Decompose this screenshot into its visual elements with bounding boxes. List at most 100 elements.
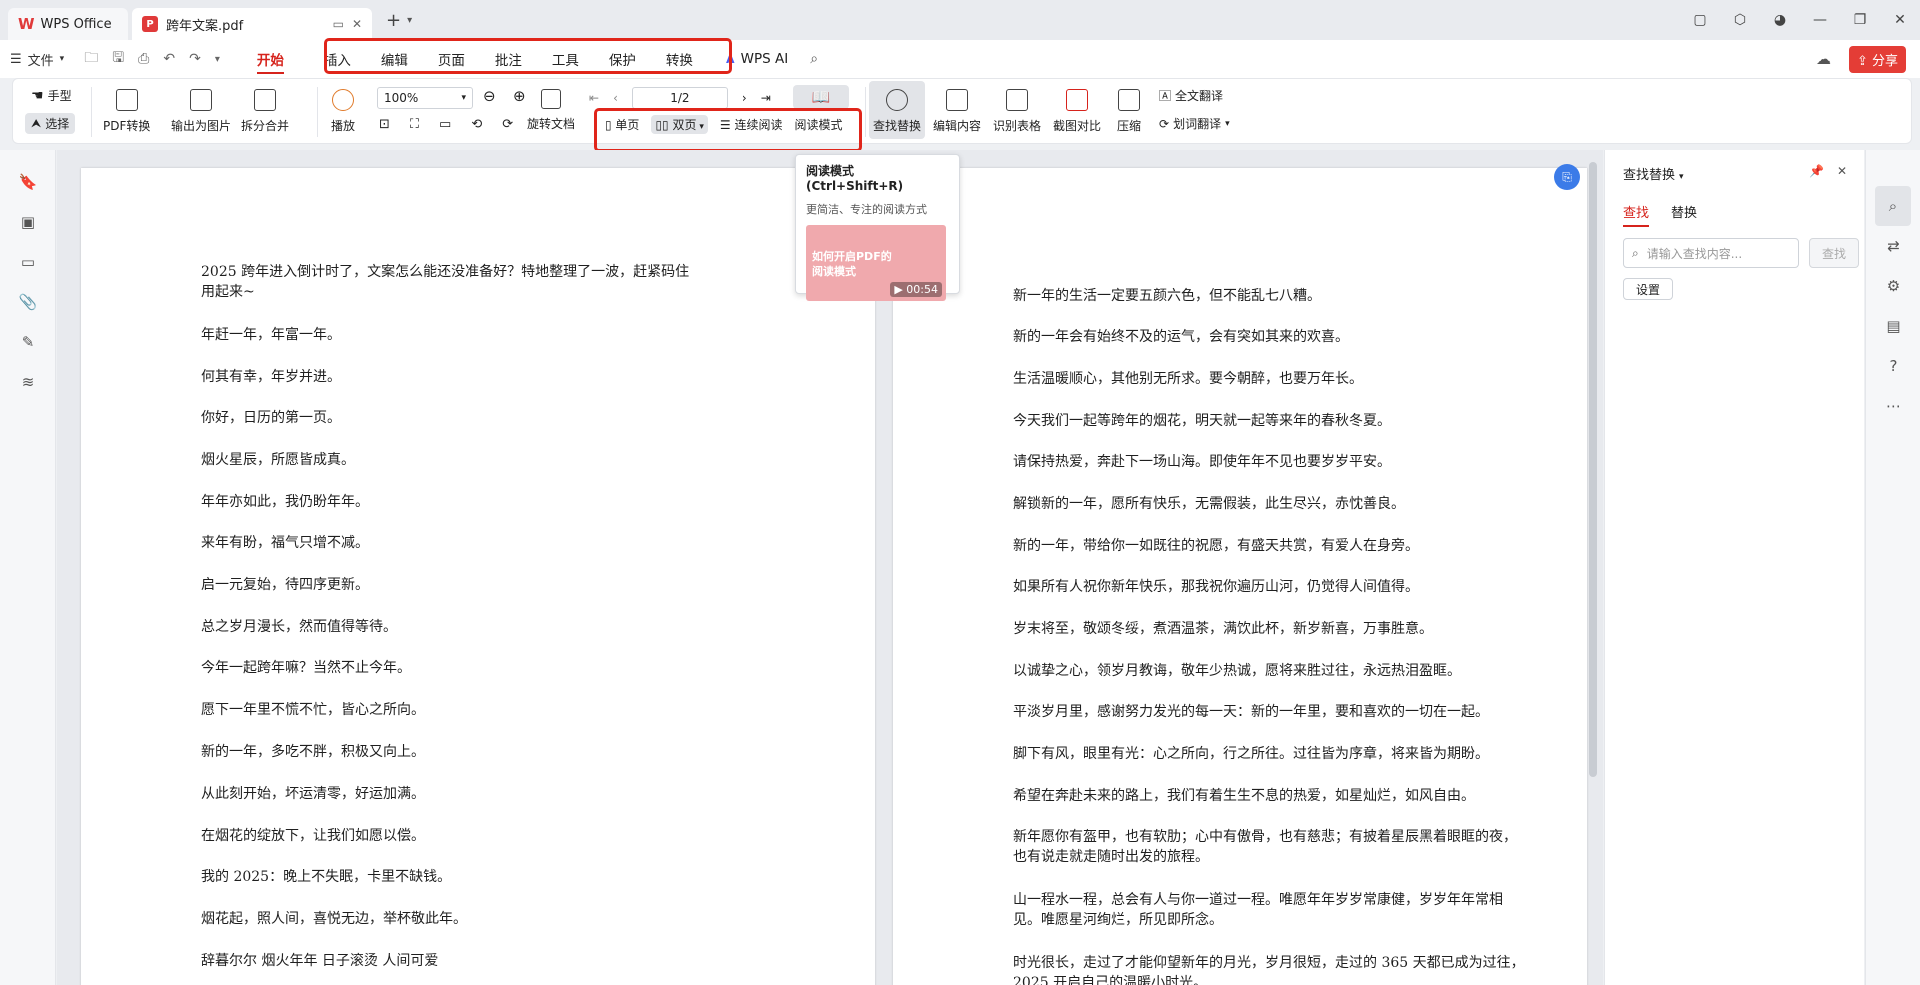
find-input-placeholder: 请输入查找内容... — [1646, 246, 1743, 261]
edit-content-button[interactable]: 编辑内容 — [933, 89, 981, 134]
find-replace-button[interactable]: 查找替换 — [869, 81, 925, 139]
rail-search-icon[interactable]: ⌕ — [1875, 186, 1911, 226]
rotate-document-button[interactable]: 旋转文档 — [527, 89, 575, 132]
full-translate-button[interactable]: 🄰 全文翻译 — [1159, 87, 1223, 104]
panel-title[interactable]: 查找替换 ▾ — [1623, 164, 1684, 183]
right-page-line: 脚下有风，眼里有光：心之所向，行之所往。过往皆为序章，将来皆为期盼。 — [1013, 746, 1489, 762]
page-input[interactable]: 1/2 — [631, 87, 728, 109]
right-page-line: 平淡岁月里，感谢努力发光的每一天：新的一年里，要和喜欢的一切在一起。 — [1013, 704, 1489, 720]
double-page-button[interactable]: ▯▯ 双页 ▾ — [651, 115, 708, 134]
rail-more-icon[interactable]: ⋯ — [1866, 386, 1920, 426]
new-tab-button[interactable]: + — [386, 10, 401, 31]
document-tab[interactable]: P 跨年文案.pdf ▭ ✕ — [132, 8, 372, 40]
thumbnails-icon[interactable]: ▣ — [0, 202, 56, 242]
right-page-line: 请保持热爱，奔赴下一场山海。即使年年不见也要岁岁平安。 — [1013, 454, 1391, 470]
cube-icon[interactable]: ⬡ — [1720, 12, 1760, 28]
tab-insert[interactable]: 插入 — [309, 40, 366, 78]
save-icon[interactable]: 🖫 — [112, 47, 124, 71]
search-icon[interactable]: ⌕ — [810, 51, 818, 67]
more-chevron-icon[interactable]: ▾ — [215, 54, 220, 65]
last-page-icon[interactable]: ⇥ — [761, 91, 771, 105]
cloud-upload-icon[interactable]: ☁ — [1816, 50, 1831, 68]
rail-sync-icon[interactable]: ⇄ — [1866, 226, 1920, 266]
avatar[interactable]: ◕ — [1760, 12, 1800, 28]
close-panel-icon[interactable]: ✕ — [1837, 164, 1847, 178]
first-page-icon[interactable]: ⇤ — [589, 91, 599, 105]
rotate-right-icon[interactable]: ⟳ — [502, 117, 513, 132]
wps-ai-button[interactable]: ʌ WPS AI — [726, 51, 788, 67]
wps-pdf-window: W WPS Office P 跨年文案.pdf ▭ ✕ + ▾ ▢ ⬡ ◕ — … — [0, 0, 1920, 985]
rotate-left-icon[interactable]: ⟲ — [471, 117, 482, 132]
next-page-icon[interactable]: › — [742, 91, 747, 105]
tab-home[interactable]: 开始 — [242, 40, 299, 78]
prev-page-icon[interactable]: ‹ — [613, 91, 618, 105]
print-icon[interactable]: ⎙ — [138, 51, 149, 67]
right-page-line: 生活温暖顺心，其他别无所求。要今朝醉，也要万年长。 — [1013, 371, 1363, 387]
split-merge-button[interactable]: 拆分合并 — [241, 89, 289, 134]
rail-sliders-icon[interactable]: ⚙ — [1866, 266, 1920, 306]
redo-icon[interactable]: ↷ — [189, 51, 201, 67]
screenshot-compare-button[interactable]: 截图对比 — [1053, 89, 1101, 134]
close-tab-icon[interactable]: ✕ — [352, 17, 362, 31]
pin-icon[interactable]: 📌 — [1809, 164, 1824, 178]
left-page-line: 来年有盼，福气只增不减。 — [201, 535, 369, 551]
ocr-float-icon[interactable]: ⎘ — [1554, 164, 1580, 190]
left-page-line: 2025 跨年进入倒计时了，文案怎么能还没准备好？特地整理了一波，赶紧码住 — [201, 264, 690, 280]
tab-page[interactable]: 页面 — [423, 40, 480, 78]
tab-list-chevron-icon[interactable]: ▾ — [407, 15, 412, 26]
tab-replace[interactable]: 替换 — [1671, 202, 1697, 227]
hand-tool[interactable]: ☚ 手型 — [31, 87, 72, 104]
close-window-icon[interactable]: ✕ — [1880, 12, 1920, 28]
attachment-icon[interactable]: 📎 — [0, 282, 56, 322]
bookmark-icon[interactable]: 🔖 — [0, 162, 56, 202]
fit-page-icon[interactable]: ⛶ — [410, 117, 419, 132]
signature-icon[interactable]: ✎ — [0, 322, 56, 362]
open-folder-icon[interactable]: 🗀 — [84, 47, 98, 71]
right-page-line: 新年愿你有盔甲，也有软肋；心中有傲骨，也有慈悲；有披着星辰黑着眼眶的夜， — [1013, 829, 1517, 845]
wps-home-tab[interactable]: W WPS Office — [8, 8, 128, 40]
book-view-icon[interactable]: 📖 — [793, 85, 849, 109]
tab-tools[interactable]: 工具 — [537, 40, 594, 78]
settings-button[interactable]: 设置 — [1623, 278, 1673, 300]
tab-edit[interactable]: 编辑 — [366, 40, 423, 78]
tab-find[interactable]: 查找 — [1623, 202, 1650, 227]
zoom-select[interactable]: 100% ▾ — [377, 87, 473, 109]
find-input[interactable]: ⌕ 请输入查找内容... — [1623, 238, 1799, 268]
tooltip-video-thumbnail[interactable]: 如何开启PDF的阅读模式 ▶ 00:54 — [806, 225, 946, 301]
fit-width-icon[interactable]: ▭ — [439, 117, 451, 132]
tooltip-description: 更简洁、专注的阅读方式 — [806, 203, 927, 216]
single-page-button[interactable]: ▯ 单页 — [605, 116, 639, 133]
tooltip-title: 阅读模式 (Ctrl+Shift+R) — [806, 164, 904, 193]
select-tool[interactable]: ⮝ 选择 — [25, 113, 76, 134]
rail-book-icon[interactable]: ▤ — [1866, 306, 1920, 346]
undo-icon[interactable]: ↶ — [163, 51, 175, 67]
export-image-button[interactable]: 输出为图片 — [171, 89, 231, 134]
compress-button[interactable]: 压缩 — [1117, 89, 1141, 134]
word-translate-button[interactable]: ⟳ 划词翻译 ▾ — [1159, 115, 1230, 132]
comments-icon[interactable]: ▭ — [0, 242, 56, 282]
play-button[interactable]: 播放 — [331, 89, 355, 134]
view-mode-row: ▯ 单页 ▯▯ 双页 ▾ ☰ 连续阅读 阅读模式 — [605, 115, 842, 134]
actual-size-icon[interactable]: ⊡ — [379, 117, 390, 132]
hand-icon: ☚ — [31, 87, 44, 104]
rail-help-icon[interactable]: ? — [1866, 346, 1920, 386]
continuous-read-button[interactable]: ☰ 连续阅读 — [720, 116, 783, 133]
find-button[interactable]: 查找 — [1809, 238, 1859, 268]
layers-icon[interactable]: ≋ — [0, 362, 56, 402]
minimize-icon[interactable]: — — [1800, 12, 1840, 28]
file-menu[interactable]: ☰ 文件 ▾ — [0, 40, 74, 78]
recognize-table-button[interactable]: 识别表格 — [993, 89, 1041, 134]
share-button[interactable]: ⇪ 分享 — [1848, 45, 1906, 73]
vertical-scrollbar[interactable] — [1589, 162, 1597, 777]
tab-annotate[interactable]: 批注 — [480, 40, 537, 78]
restore-icon[interactable]: ❐ — [1840, 12, 1880, 28]
zoom-out-icon[interactable]: ⊖ — [483, 87, 496, 105]
tablet-mode-icon[interactable]: ▢ — [1680, 12, 1720, 28]
pdf-convert-button[interactable]: PDF转换 — [103, 89, 150, 134]
tab-convert[interactable]: 转换 — [651, 40, 708, 78]
edit-content-label: 编辑内容 — [933, 119, 982, 133]
zoom-in-icon[interactable]: ⊕ — [513, 87, 526, 105]
tab-protect[interactable]: 保护 — [594, 40, 651, 78]
read-mode-button[interactable]: 阅读模式 — [794, 116, 842, 133]
window-mode-icon[interactable]: ▭ — [333, 17, 344, 31]
